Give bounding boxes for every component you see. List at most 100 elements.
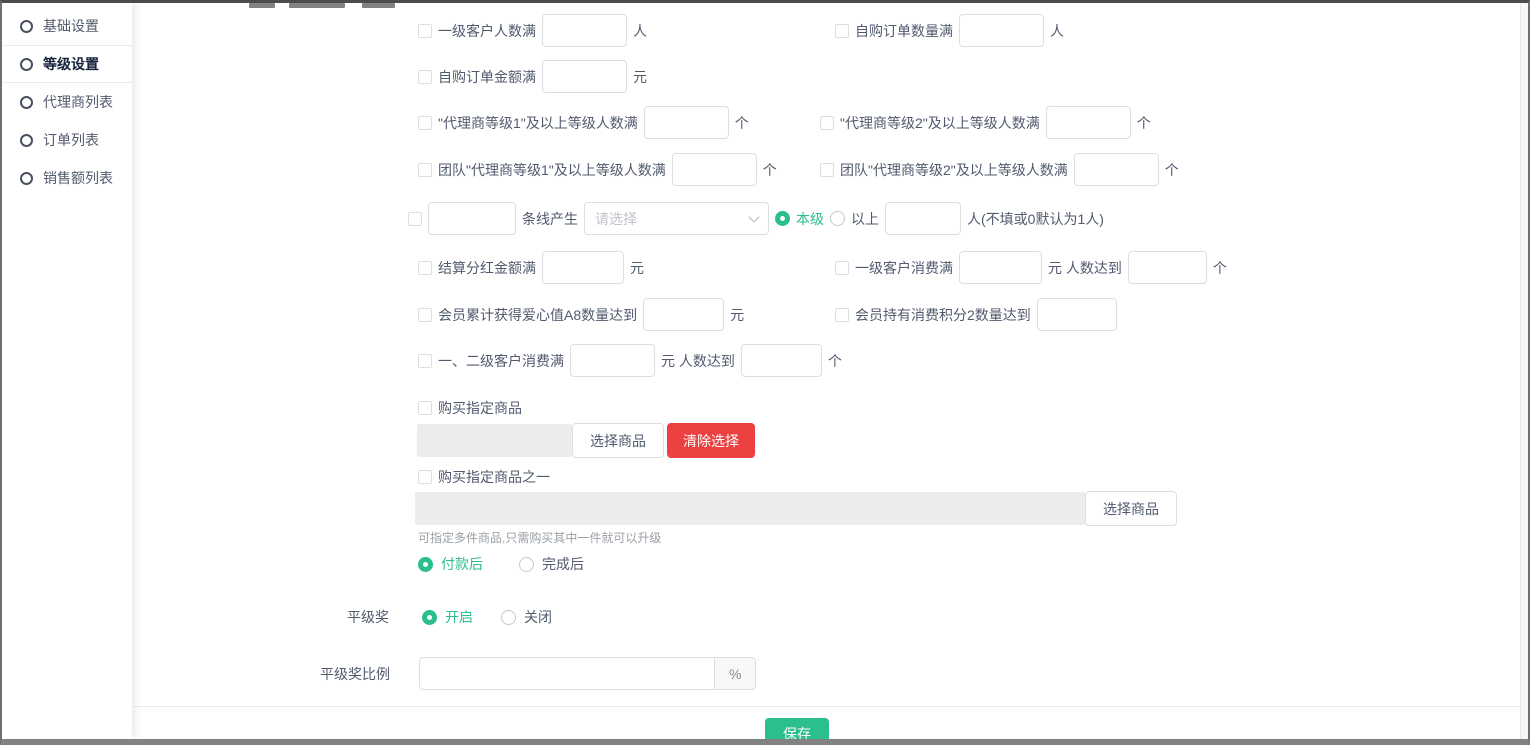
radio-label: 以上 [851,209,879,229]
checkbox[interactable] [835,24,849,38]
checkbox[interactable] [820,116,834,130]
lines-count-input[interactable] [428,202,516,235]
unit-suffix: 人(不填或0默认为1人) [967,209,1104,229]
radio-after-completion[interactable] [519,557,534,572]
save-button[interactable]: 保存 [765,718,829,745]
percent-addon: % [715,657,756,690]
sidebar-item-label: 销售额列表 [43,168,113,188]
love-value-input[interactable] [643,298,724,331]
row-team-level2-count: 团队"代理商等级2"及以上等级人数满 个 [820,153,1179,186]
checkbox[interactable] [418,163,432,177]
radio-label: 开启 [445,607,473,627]
radio-current-level[interactable] [775,211,790,226]
radio-peer-award-off[interactable] [501,610,516,625]
row-pay-timing: 付款后 完成后 [418,554,584,574]
checkbox[interactable] [418,261,432,275]
level1-consume-people-input[interactable] [1128,251,1207,284]
unit-suffix: 个 [1165,160,1179,180]
clipped-text-fragment [362,3,395,8]
circle-icon [20,20,33,33]
row-peer-award: 平级奖 开启 关闭 [347,607,552,627]
field-label: 条线产生 [522,209,578,229]
row-peer-award-ratio: 平级奖比例 % [320,657,756,690]
sidebar-item-basic-settings[interactable]: 基础设置 [2,7,132,45]
level-select[interactable]: 请选择 [584,202,769,235]
row-love-value: 会员累计获得爱心值A8数量达到 元 [418,298,744,331]
row-hint: 可指定多件商品,只需购买其中一件就可以升级 [418,527,661,547]
sidebar-item-label: 基础设置 [43,16,99,36]
unit-suffix: 个 [735,113,749,133]
row-self-order-count: 自购订单数量满 人 [835,14,1064,47]
field-label: "代理商等级1"及以上等级人数满 [438,113,638,133]
lines-people-input[interactable] [885,202,961,235]
peer-award-ratio-input[interactable] [419,657,715,690]
checkbox[interactable] [418,401,432,415]
agent-level1-count-input[interactable] [644,106,729,139]
field-label: 会员累计获得爱心值A8数量达到 [438,305,637,325]
sidebar-item-agent-list[interactable]: 代理商列表 [2,83,132,121]
checkbox[interactable] [418,70,432,84]
consume-points-input[interactable] [1037,298,1117,331]
row-self-order-amount: 自购订单金额满 元 [418,60,647,93]
level12-consume-people-input[interactable] [741,344,822,377]
radio-label: 关闭 [524,607,552,627]
unit-suffix: 元 人数达到 [661,351,735,371]
row-dividend-amount: 结算分红金额满 元 [418,251,644,284]
checkbox[interactable] [408,212,422,226]
checkbox[interactable] [418,24,432,38]
level12-consume-amount-input[interactable] [570,344,655,377]
field-label: 一级客户人数满 [438,21,536,41]
radio-label: 付款后 [441,554,483,574]
scrollbar-track[interactable] [1520,3,1528,739]
unit-suffix: 元 人数达到 [1048,258,1122,278]
unit-suffix: 元 [730,305,744,325]
unit-suffix: 元 [633,67,647,87]
radio-label: 本级 [796,209,824,229]
row-consume-points: 会员持有消费积分2数量达到 [835,298,1117,331]
row-lines-produce: 条线产生 请选择 本级 以上 人(不填或0默认为1人) [408,202,1104,235]
field-label: 一、二级客户消费满 [438,351,564,371]
clear-selection-button[interactable]: 清除选择 [667,423,755,458]
unit-suffix: 人 [633,21,647,41]
agent-level2-count-input[interactable] [1046,106,1131,139]
self-order-count-input[interactable] [959,14,1044,47]
sidebar-item-level-settings[interactable]: 等级设置 [2,45,132,83]
level1-customer-count-input[interactable] [542,14,627,47]
hint-text: 可指定多件商品,只需购买其中一件就可以升级 [418,529,661,546]
clipped-text-fragment [249,3,275,8]
checkbox[interactable] [418,116,432,130]
row-level1-consume: 一级客户消费满 元 人数达到 个 [835,251,1227,284]
sidebar-item-order-list[interactable]: 订单列表 [2,121,132,159]
radio-after-payment[interactable] [418,557,433,572]
radio-label: 完成后 [542,554,584,574]
checkbox[interactable] [418,308,432,322]
checkbox[interactable] [835,261,849,275]
team-level1-count-input[interactable] [672,153,757,186]
checkbox[interactable] [820,163,834,177]
radio-peer-award-on[interactable] [422,610,437,625]
sidebar: 基础设置 等级设置 代理商列表 订单列表 销售额列表 [2,3,132,739]
sidebar-item-sales-list[interactable]: 销售额列表 [2,159,132,197]
dividend-amount-input[interactable] [542,251,624,284]
self-order-amount-input[interactable] [542,60,627,93]
checkbox[interactable] [835,308,849,322]
sidebar-item-label: 代理商列表 [43,92,113,112]
row-buy-one-of: 购买指定商品之一 [418,467,550,487]
select-product-one-of-button[interactable]: 选择商品 [1085,491,1177,526]
field-label: 一级客户消费满 [855,258,953,278]
selected-products-display [415,492,1085,525]
clipped-text-fragment [289,3,345,8]
unit-suffix: 个 [763,160,777,180]
row-level1-customer-count: 一级客户人数满 人 [418,14,647,47]
row-level12-consume: 一、二级客户消费满 元 人数达到 个 [418,344,842,377]
checkbox[interactable] [418,470,432,484]
select-product-button[interactable]: 选择商品 [572,423,664,458]
row-team-level1-count: 团队"代理商等级1"及以上等级人数满 个 [418,153,777,186]
checkbox[interactable] [418,354,432,368]
field-label: 会员持有消费积分2数量达到 [855,305,1031,325]
footer-divider [134,706,1520,707]
radio-above-level[interactable] [830,211,845,226]
level1-consume-amount-input[interactable] [959,251,1042,284]
row-product-picker-one-of: 选择商品 [415,492,1177,525]
team-level2-count-input[interactable] [1074,153,1159,186]
